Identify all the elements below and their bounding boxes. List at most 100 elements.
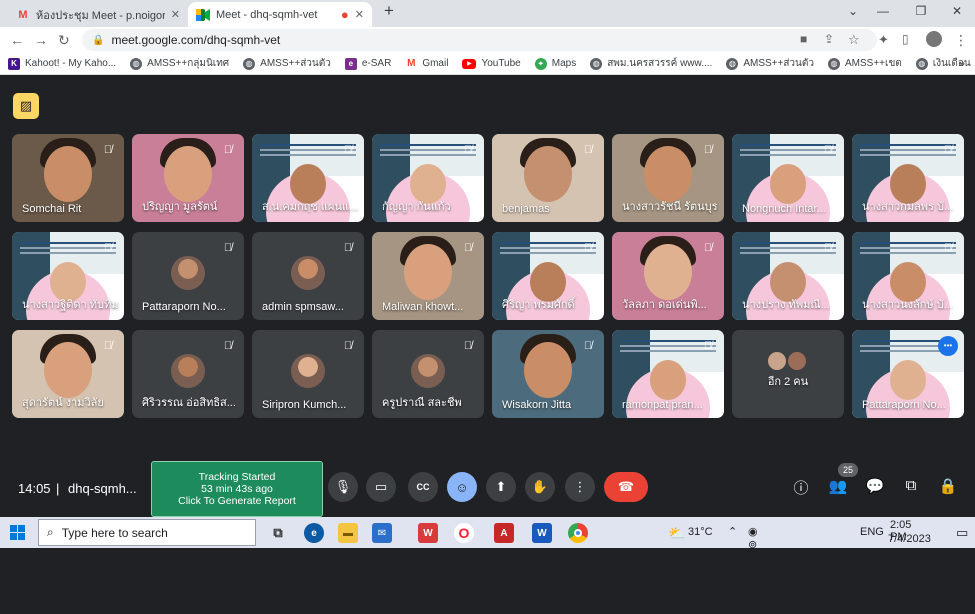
participant-tile[interactable]: 🎙̸ ramonpat pran... — [612, 330, 724, 418]
participant-name: นางสาวนงลักษ์ บั... — [862, 299, 953, 311]
host-controls-icon[interactable]: 🔒 — [937, 477, 959, 495]
globe-icon: ◍ — [243, 57, 256, 70]
bookmark-item[interactable]: ▶ YouTube — [462, 58, 521, 69]
activities-icon[interactable]: ⧉ — [900, 477, 922, 494]
acrobat-icon[interactable]: A — [494, 523, 514, 543]
participant-tile[interactable]: อีก 2 คน — [732, 330, 844, 418]
camera-in-use-icon[interactable]: ■ — [800, 32, 807, 46]
window-close-icon[interactable]: ✕ — [942, 4, 972, 18]
taskbar-date[interactable]: 7/4/2023 — [888, 533, 931, 545]
minimize-icon[interactable]: — — [868, 4, 898, 18]
participant-tile[interactable]: 🎙̸ วัลลภา ดอเด่นพิ... — [612, 232, 724, 320]
new-tab-button[interactable]: + — [374, 1, 404, 21]
captions-off-icon[interactable]: ▨ — [13, 93, 39, 119]
bookmark-item[interactable]: ⌖ Maps — [534, 57, 576, 70]
bookmark-item[interactable]: ◍ AMSS++กลุ่มนิเทศ — [130, 56, 229, 71]
participant-tile[interactable]: ••• Pattaraporn No... — [852, 330, 964, 418]
bookmark-item[interactable]: ◍ AMSS++เขต — [828, 56, 902, 71]
raise-hand-button[interactable]: ✋ — [525, 472, 555, 502]
meeting-code[interactable]: dhq-sqmh... — [68, 481, 137, 496]
camera-button[interactable]: ▭ — [366, 472, 396, 502]
tab-meet-active[interactable]: Meet - dhq-sqmh-vet ● ✕ — [188, 2, 372, 27]
side-panel-icon[interactable]: ▯ — [902, 32, 909, 46]
close-icon[interactable]: ✕ — [171, 8, 180, 21]
meeting-info-icon[interactable]: ⓘ — [790, 477, 812, 498]
participant-tile[interactable]: 🎙̸ ปริญญา มูลรัตน์ — [132, 134, 244, 222]
word-icon[interactable]: W — [532, 523, 552, 543]
people-icon[interactable]: 👥 — [827, 477, 849, 495]
wps-office-icon[interactable]: W — [418, 523, 438, 543]
extensions-icon[interactable]: ✦ — [878, 32, 889, 48]
participant-name: Nongnuch Intar... — [742, 203, 826, 215]
more-bookmarks-icon[interactable]: » — [959, 58, 965, 70]
participant-tile[interactable]: 🎙̸ benjamas — [492, 134, 604, 222]
hidden-icons-chevron-icon[interactable]: ⌃ — [728, 525, 737, 538]
windows-start-icon[interactable] — [10, 525, 25, 540]
input-language[interactable]: ENG — [860, 526, 884, 538]
mail-icon[interactable]: ✉ — [372, 523, 392, 543]
tracking-report-button[interactable]: Tracking Started 53 min 43s ago Click To… — [151, 461, 323, 517]
reload-icon[interactable]: ↻ — [58, 32, 70, 49]
task-view-icon[interactable]: ⧉ — [268, 523, 288, 543]
participant-tile[interactable]: 🎙̸ นางสาวรัชนี รัตนบุร — [612, 134, 724, 222]
opera-icon[interactable]: O — [454, 523, 474, 543]
present-button[interactable]: ⬆ — [486, 472, 516, 502]
chrome-icon[interactable] — [568, 523, 588, 543]
bookmark-item[interactable]: K Kahoot! - My Kaho... — [8, 57, 116, 70]
menu-icon[interactable]: ⋮ — [954, 32, 968, 49]
participant-tile[interactable]: 🎙̸ ศิริญา พรมศักดิ์ — [492, 232, 604, 320]
chat-icon[interactable]: 💬 — [864, 477, 886, 495]
participant-name: Maliwan khowt... — [382, 301, 464, 313]
bookmark-item[interactable]: e e-SAR — [344, 57, 391, 70]
meeting-stage: ▨ 🎙̸ Somchai Rit 🎙̸ ปริญญา มูลรัตน์ 🎙̸ ส.น.คม… — [0, 75, 975, 533]
leave-call-button[interactable]: ☎ — [604, 472, 648, 502]
share-icon[interactable]: ⇪ — [824, 32, 834, 46]
participant-tile[interactable]: 🎙̸ นางสาวกมลพร บั... — [852, 134, 964, 222]
captions-button[interactable]: CC — [408, 472, 438, 502]
participant-tile[interactable]: 🎙̸ กัญญา กันแก้ว — [372, 134, 484, 222]
participant-tile[interactable]: 🎙̸ ส.น.คมกฤช แผนแ... — [252, 134, 364, 222]
bookmark-item[interactable]: M Gmail — [405, 57, 448, 70]
back-icon[interactable]: ← — [10, 32, 24, 48]
participant-tile[interactable]: 🎙̸ นางสาวนงลักษ์ บั... — [852, 232, 964, 320]
restore-icon[interactable]: ❐ — [906, 4, 936, 18]
weather-temperature[interactable]: 31°C — [688, 526, 713, 538]
mic-muted-icon: 🎙̸ — [223, 340, 233, 352]
tab-search-icon[interactable]: ⌄ — [838, 4, 868, 18]
participant-tile[interactable]: 🎙̸ Somchai Rit — [12, 134, 124, 222]
tab-meet-room[interactable]: M ห้องประชุม Meet - p.noigor@gma ✕ — [8, 2, 188, 27]
participant-tile[interactable]: 🎙̸ Maliwan khowt... — [372, 232, 484, 320]
mic-muted-icon: 🎙̸ — [103, 340, 113, 352]
participant-tile[interactable]: 🎙̸ นางสาวฐิติดา ทับทิม — [12, 232, 124, 320]
mic-muted-icon: 🎙̸ — [583, 340, 593, 352]
edge-icon[interactable]: e — [304, 523, 324, 543]
participant-tile[interactable]: 🎙̸ Nongnuch Intar... — [732, 134, 844, 222]
bookmark-item[interactable]: ◍ AMSS++ส่วนตัว — [243, 56, 331, 71]
bookmark-item[interactable]: ◍ AMSS++ส่วนตัว — [726, 56, 814, 71]
microphone-button[interactable]: 🎙 — [328, 472, 358, 502]
participant-tile[interactable]: 🎙̸ สุดารัตน์ งามวิลัย — [12, 330, 124, 418]
participant-tile[interactable]: 🎙̸ Pattaraporn No... — [132, 232, 244, 320]
participant-tile[interactable]: 🎙̸ ครูปราณี สละชีพ — [372, 330, 484, 418]
address-bar[interactable]: 🔒 meet.google.com/dhq-sqmh-vet — [82, 29, 877, 51]
speaking-indicator-icon: ••• — [938, 336, 958, 356]
participant-name: ปริญญา มูลรัตน์ — [142, 201, 218, 213]
bookmark-item[interactable]: ◍ สพม.นครสวรรค์ www.... — [590, 56, 712, 71]
bookmark-star-icon[interactable]: ☆ — [848, 32, 860, 48]
reactions-button[interactable]: ☺ — [447, 472, 477, 502]
participant-tile[interactable]: 🎙̸ ศิริวรรณ อ่อสิทธิส... — [132, 330, 244, 418]
notifications-icon[interactable]: ▭ — [956, 525, 968, 541]
tray-apps-icon[interactable]: ◉ ⊚ ▢ ☁ ▭ ◐ ♪ — [748, 525, 759, 614]
participant-tile[interactable]: 🎙̸ นางปราง ทัพมณี... — [732, 232, 844, 320]
more-options-button[interactable]: ⋮ — [565, 472, 595, 502]
participant-tile[interactable]: 🎙̸ Wisakorn Jitta — [492, 330, 604, 418]
file-explorer-icon[interactable]: ▬ — [338, 523, 358, 543]
participant-name: ส.น.คมกฤช แผนแ... — [262, 201, 359, 213]
taskbar-search-input[interactable]: ⌕ Type here to search — [38, 519, 256, 546]
participant-tile[interactable]: 🎙̸ Siripron Kumch... — [252, 330, 364, 418]
close-icon[interactable]: ✕ — [355, 8, 364, 21]
participant-name: ครูปราณี สละชีพ — [382, 397, 462, 409]
forward-icon[interactable]: → — [34, 32, 48, 48]
profile-avatar[interactable] — [926, 31, 942, 47]
participant-tile[interactable]: 🎙̸ admin spmsaw... — [252, 232, 364, 320]
